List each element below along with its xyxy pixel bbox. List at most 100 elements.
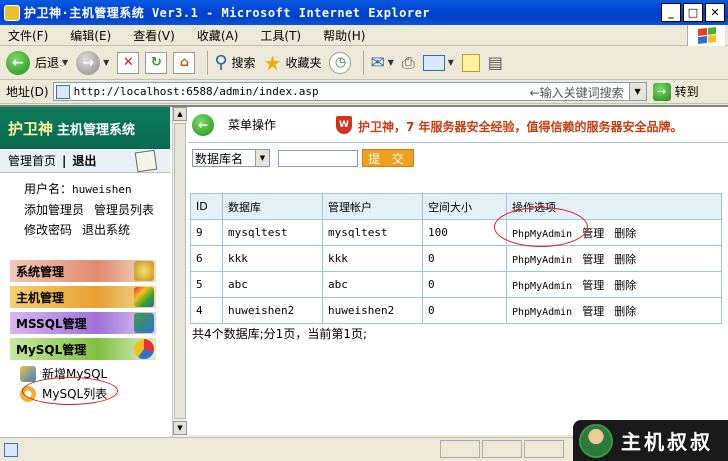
nav-logout-link[interactable]: 退出 — [72, 152, 96, 169]
back-arrow-icon[interactable]: ← — [192, 113, 214, 136]
delete-link[interactable]: 删除 — [614, 305, 636, 318]
search-input[interactable] — [278, 149, 358, 167]
search-field-select[interactable]: 数据库名 ▼ — [192, 149, 270, 167]
minimize-button[interactable]: _ — [661, 3, 681, 22]
pie-chart-icon — [134, 339, 154, 359]
category-mysql[interactable]: MySQL管理 — [10, 338, 156, 360]
mascot-avatar — [579, 423, 613, 458]
research-icon: ▤ — [487, 53, 503, 72]
nav-home-link[interactable]: 管理首页 — [8, 152, 56, 169]
address-search-hint: ←输入关键词搜索 — [529, 86, 624, 100]
sub-item-new-mysql-label: 新增MySQL — [42, 367, 108, 381]
page-status-icon — [4, 442, 18, 457]
submit-button[interactable]: 提 交 — [362, 149, 414, 167]
sub-item-new-mysql[interactable]: 新增MySQL — [20, 365, 107, 382]
edit-button[interactable]: ▼ — [422, 54, 454, 71]
search-field-value: 数据库名 — [195, 151, 244, 166]
refresh-icon[interactable]: ↻ — [145, 51, 168, 74]
windows-flag-icon — [697, 27, 716, 44]
nav-separator: | — [62, 153, 67, 168]
admin-list-link[interactable]: 管理员列表 — [94, 203, 154, 217]
scroll-up-icon[interactable]: ▲ — [173, 107, 187, 121]
brand-slogan: 护卫神，7 年服务器安全经验，值得信赖的服务器安全品牌。 — [358, 120, 683, 134]
manage-link[interactable]: 管理 — [582, 227, 604, 240]
sidebar-scrollbar[interactable]: ▲ ▼ — [172, 107, 187, 437]
phpmyadmin-link[interactable]: PhpMyAdmin — [512, 307, 572, 318]
search-form: 数据库名 ▼ 提 交 — [192, 149, 414, 167]
status-cells — [440, 440, 564, 458]
address-url: http://localhost:6588/admin/index.asp — [73, 85, 319, 98]
back-label: 后退 — [35, 56, 60, 70]
magnifier-icon — [20, 385, 36, 402]
menu-view[interactable]: 查看(V) — [133, 27, 175, 44]
sidebar-nav: 管理首页 | 退出 — [0, 149, 170, 173]
cell-account: huweishen2 — [322, 297, 423, 324]
address-label: 地址(D) — [6, 85, 49, 99]
scroll-down-icon[interactable]: ▼ — [173, 421, 187, 435]
status-cell — [440, 440, 480, 458]
cell-id: 4 — [190, 297, 223, 324]
phpmyadmin-link[interactable]: PhpMyAdmin — [512, 255, 572, 266]
search-button[interactable]: ⚲ 搜索 — [214, 52, 255, 73]
phpmyadmin-link[interactable]: PhpMyAdmin — [512, 229, 572, 240]
chevron-down-icon: ▼ — [447, 58, 454, 67]
user-name: huweishen — [72, 183, 132, 196]
account-links-row: 修改密码 退出系统 — [24, 220, 170, 240]
cell-size: 0 — [422, 271, 507, 298]
discuss-button[interactable] — [461, 53, 480, 72]
maximize-button[interactable]: □ — [683, 3, 703, 22]
manage-link[interactable]: 管理 — [582, 305, 604, 318]
window-title: 护卫神·主机管理系统 Ver3.1 - Microsoft Internet E… — [24, 6, 431, 20]
category-system[interactable]: 系统管理 — [10, 260, 156, 282]
favorites-button[interactable]: ★ 收藏夹 — [264, 51, 322, 75]
delete-link[interactable]: 删除 — [614, 227, 636, 240]
brand-subtitle: 主机管理系统 — [57, 122, 136, 138]
close-button[interactable]: ✕ — [705, 3, 725, 22]
menu-file[interactable]: 文件(F) — [8, 27, 48, 44]
exit-system-link[interactable]: 退出系统 — [82, 223, 130, 237]
delete-link[interactable]: 删除 — [614, 253, 636, 266]
cell-size: 0 — [422, 245, 507, 272]
window-controls: _ □ ✕ — [661, 3, 725, 22]
back-button[interactable]: ← 后退 ▼ — [6, 50, 68, 75]
mail-button[interactable]: ✉ ▼ — [370, 53, 393, 73]
forward-button[interactable]: → ▼ — [76, 50, 109, 75]
change-password-link[interactable]: 修改密码 — [24, 223, 72, 237]
scroll-thumb[interactable] — [174, 123, 186, 419]
manage-link[interactable]: 管理 — [582, 279, 604, 292]
main-panel: ← 菜单操作 W 护卫神，7 年服务器安全经验，值得信赖的服务器安全品牌。 数据… — [188, 107, 728, 437]
cell-id: 6 — [190, 245, 223, 272]
column-header-operations: 操作选项 — [506, 193, 722, 220]
home-icon[interactable]: ⌂ — [173, 51, 196, 74]
phpmyadmin-link[interactable]: PhpMyAdmin — [512, 281, 572, 292]
delete-link[interactable]: 删除 — [614, 279, 636, 292]
add-admin-link[interactable]: 添加管理员 — [24, 203, 84, 217]
address-input[interactable]: http://localhost:6588/admin/index.asp ←输… — [52, 82, 647, 101]
chevron-down-icon[interactable]: ▼ — [628, 83, 646, 100]
menu-help[interactable]: 帮助(H) — [323, 27, 365, 44]
research-button[interactable]: ▤ — [488, 53, 503, 72]
user-add-icon — [20, 365, 36, 382]
sub-item-mysql-list-label: MySQL列表 — [42, 387, 108, 401]
category-mssql[interactable]: MSSQL管理 — [10, 312, 156, 334]
category-mssql-label: MSSQL管理 — [16, 316, 87, 331]
cell-database: huweishen2 — [222, 297, 323, 324]
sub-item-mysql-list[interactable]: MySQL列表 — [20, 385, 107, 402]
print-button[interactable]: ⎙ — [402, 53, 415, 73]
table-row: 6 kkk kkk 0 PhpMyAdmin 管理 删除 — [190, 245, 722, 272]
menu-tools[interactable]: 工具(T) — [260, 27, 301, 44]
cell-size: 100 — [422, 219, 507, 246]
stop-icon[interactable]: ✕ — [117, 51, 140, 74]
chevron-down-icon: ▼ — [387, 58, 394, 67]
database-table: ID 数据库 管理帐户 空间大小 操作选项 9 mysqltest mysqlt… — [190, 193, 722, 324]
menu-edit[interactable]: 编辑(E) — [70, 27, 111, 44]
category-mysql-label: MySQL管理 — [16, 342, 87, 357]
history-icon[interactable]: ◷ — [329, 51, 352, 74]
manage-link[interactable]: 管理 — [582, 253, 604, 266]
go-button[interactable]: → 转到 — [652, 82, 699, 101]
sidebar-user-panel: 用户名：huweishen 添加管理员 管理员列表 修改密码 退出系统 — [0, 173, 170, 240]
watermark: 主机叔叔 — [573, 420, 728, 461]
mail-icon: ✉ — [370, 52, 385, 73]
category-host[interactable]: 主机管理 — [10, 286, 156, 308]
menu-favorites[interactable]: 收藏(A) — [197, 27, 239, 44]
